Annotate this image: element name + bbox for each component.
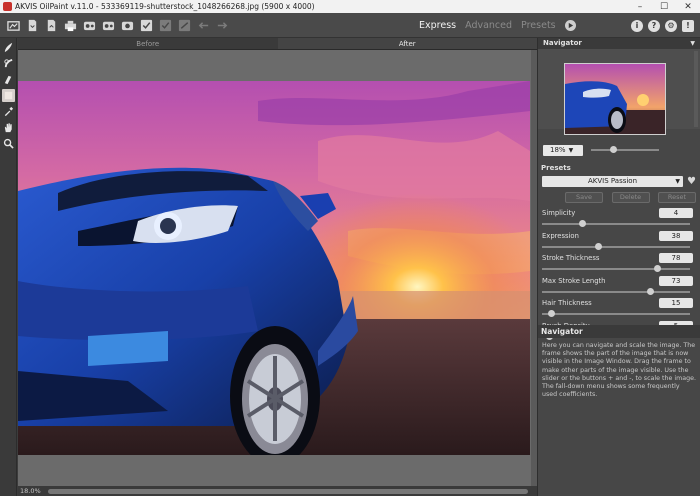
- brush-icon[interactable]: [2, 41, 15, 54]
- zoom-icon[interactable]: [2, 137, 15, 150]
- collapse-icon[interactable]: ▼: [690, 38, 695, 49]
- view-tabs: Before After: [18, 38, 537, 50]
- navigator-scrollbar[interactable]: [694, 51, 698, 127]
- parameter-slider-knob[interactable]: [547, 310, 555, 317]
- help-title: Navigator: [538, 325, 700, 338]
- tab-after[interactable]: After: [277, 38, 537, 50]
- preset-selected: AKVIS Passion: [587, 176, 638, 185]
- parameter-slider[interactable]: [542, 287, 690, 295]
- zoom-select[interactable]: 18% ▼: [543, 144, 583, 156]
- toolbar-right: i ? ⚙ !: [631, 13, 694, 38]
- redo-icon[interactable]: [213, 16, 231, 34]
- parameter-slider[interactable]: [542, 242, 690, 250]
- check-icon[interactable]: [137, 16, 155, 34]
- eraser-icon[interactable]: [2, 73, 15, 86]
- zoom-value: 18%: [550, 146, 566, 154]
- navigator-thumbnail[interactable]: [564, 63, 666, 135]
- preset-buttons: Save Delete Reset: [538, 192, 700, 203]
- parameter-slider-knob[interactable]: [578, 220, 586, 227]
- run-button[interactable]: [564, 20, 576, 31]
- parameter-row: Expression 38: [538, 230, 700, 253]
- chevron-down-icon: ▼: [675, 177, 680, 185]
- horizontal-scrollbar[interactable]: [48, 488, 528, 494]
- parameter-label: Max Stroke Length: [542, 276, 606, 285]
- plugin-icon[interactable]: [99, 16, 117, 34]
- hand-icon[interactable]: [2, 121, 15, 134]
- pipette-icon[interactable]: [2, 105, 15, 118]
- info-icon[interactable]: i: [631, 19, 643, 32]
- settings-icon[interactable]: ⚙: [665, 19, 677, 32]
- history-brush-icon[interactable]: [2, 89, 15, 102]
- parameter-label: Hair Thickness: [542, 299, 592, 307]
- minimize-button[interactable]: –: [628, 0, 652, 13]
- news-icon[interactable]: !: [682, 19, 694, 32]
- zoom-slider-knob[interactable]: [610, 146, 618, 153]
- parameters: Simplicity 4 Expression 38 Stroke Thickness 7…: [538, 207, 700, 342]
- parameter-value-input[interactable]: 15: [659, 298, 693, 308]
- app-logo-icon: [3, 2, 12, 11]
- tab-express[interactable]: Express: [419, 20, 456, 31]
- parameter-slider-knob[interactable]: [654, 265, 662, 272]
- close-button[interactable]: ✕: [676, 0, 700, 13]
- disabled-icon: [175, 16, 193, 34]
- help-text: Here you can navigate and scale the imag…: [542, 342, 696, 399]
- parameter-slider-knob[interactable]: [647, 287, 655, 295]
- window-title: AKVIS OilPaint v.11.0 - 533369119-shutte…: [15, 2, 315, 11]
- home-icon[interactable]: [4, 16, 22, 34]
- parameter-label: Stroke Thickness: [542, 254, 600, 262]
- parameter-slider[interactable]: [542, 265, 690, 272]
- oil-painting-image: [18, 81, 530, 455]
- parameter-row: Max Stroke Length 73: [538, 275, 700, 298]
- mode-tabs: Express Advanced Presets: [419, 13, 576, 38]
- parameter-row: Simplicity 4: [538, 207, 700, 230]
- parameter-value-input[interactable]: 73: [659, 275, 693, 286]
- navigator-zoom: 18% ▼: [538, 142, 700, 158]
- parameter-row: Hair Thickness 15: [538, 297, 700, 320]
- reset-preset-button[interactable]: Reset: [658, 192, 696, 203]
- save-preset-button[interactable]: Save: [565, 192, 603, 203]
- undo-icon[interactable]: [194, 16, 212, 34]
- zoom-readout: 18.0%: [20, 487, 41, 495]
- favorite-heart-icon[interactable]: ♥: [687, 176, 696, 187]
- play-icon: [568, 22, 573, 29]
- parameter-slider-knob[interactable]: [595, 242, 603, 250]
- disabled-icon: [156, 16, 174, 34]
- parameter-label: Simplicity: [542, 209, 576, 217]
- settings-panel: Navigator ▼ 18% ▼ Presets AKVIS Passion …: [537, 38, 700, 496]
- batch-icon[interactable]: [80, 16, 98, 34]
- chevron-down-icon: ▼: [568, 146, 574, 154]
- parameter-slider[interactable]: [542, 220, 690, 227]
- presets-title: Presets: [541, 164, 571, 172]
- preset-row: AKVIS Passion ▼ ♥: [538, 175, 700, 187]
- zoom-slider[interactable]: [591, 146, 659, 153]
- maximize-button[interactable]: ☐: [652, 0, 676, 13]
- navigator-header: Navigator ▼: [538, 38, 700, 49]
- tab-advanced[interactable]: Advanced: [465, 20, 512, 31]
- tab-presets[interactable]: Presets: [521, 20, 556, 31]
- tools-panel: [0, 38, 17, 496]
- main-toolbar: Express Advanced Presets i ? ⚙ !: [0, 13, 700, 38]
- open-icon[interactable]: [23, 16, 41, 34]
- parameter-value-input[interactable]: 38: [659, 230, 693, 241]
- parameter-row: Stroke Thickness 78: [538, 252, 700, 275]
- help-icon[interactable]: ?: [648, 19, 660, 32]
- parameter-value-input[interactable]: 78: [659, 253, 693, 263]
- title-bar: AKVIS OilPaint v.11.0 - 533369119-shutte…: [0, 0, 700, 13]
- preset-select[interactable]: AKVIS Passion ▼: [542, 175, 683, 187]
- image-window[interactable]: [18, 50, 537, 486]
- parameter-value-input[interactable]: 4: [659, 208, 693, 218]
- tab-before[interactable]: Before: [18, 38, 278, 50]
- status-bar: 18.0%: [18, 486, 537, 496]
- delete-preset-button[interactable]: Delete: [611, 192, 650, 203]
- share-icon[interactable]: [118, 16, 136, 34]
- navigator-preview[interactable]: [538, 49, 700, 135]
- smudge-icon[interactable]: [2, 57, 15, 70]
- parameter-slider[interactable]: [542, 310, 690, 317]
- save-icon[interactable]: [42, 16, 60, 34]
- parameter-label: Expression: [542, 231, 579, 240]
- print-icon[interactable]: [61, 16, 79, 34]
- navigator-title: Navigator: [543, 39, 582, 47]
